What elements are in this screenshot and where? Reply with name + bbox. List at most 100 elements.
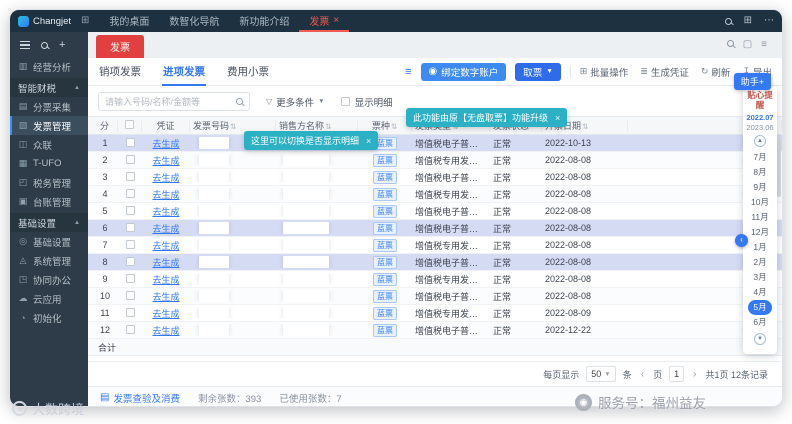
- plus-icon[interactable]: +: [59, 39, 65, 51]
- sidebar-item[interactable]: ☁ 云应用: [10, 289, 88, 308]
- table-row[interactable]: 3去生成蓝票增值税电子普…正常2022-08-08▤⊖: [88, 169, 782, 186]
- sidebar-item[interactable]: ◎ 基础设置: [10, 232, 88, 251]
- row-checkbox[interactable]: [125, 239, 135, 249]
- month-item[interactable]: 1月: [748, 240, 771, 255]
- per-page-select[interactable]: 50 ▼: [586, 366, 616, 382]
- search-input[interactable]: [105, 96, 236, 107]
- list-toggle-icon[interactable]: ≡: [405, 66, 411, 78]
- toolbar-action-button[interactable]: ⊞ 批量操作: [580, 65, 629, 79]
- search-icon[interactable]: [724, 17, 732, 25]
- header-index[interactable]: 分: [92, 119, 118, 132]
- header-kind[interactable]: 票种⇅: [358, 119, 412, 132]
- row-checkbox[interactable]: [125, 154, 135, 164]
- sidebar-section[interactable]: 智能财税 ▲: [10, 78, 88, 97]
- menu-icon[interactable]: [20, 41, 30, 49]
- toolbar-action-button[interactable]: ↻ 刷新: [701, 65, 731, 79]
- generate-voucher-link[interactable]: 去生成: [152, 173, 179, 183]
- panel-collapse-handle[interactable]: ‹: [735, 234, 748, 247]
- table-row[interactable]: 1去生成蓝票增值税电子普…正常2022-10-13▤⊖: [88, 135, 782, 152]
- month-item[interactable]: 12月: [746, 225, 774, 240]
- fetch-invoice-button[interactable]: 取票 ▼: [515, 62, 561, 81]
- scrollbar-thumb[interactable]: [777, 139, 781, 197]
- month-item[interactable]: 4月: [748, 285, 771, 300]
- select-all-checkbox[interactable]: [125, 119, 134, 129]
- sort-icon[interactable]: ⇅: [391, 122, 397, 131]
- scroll-down-icon[interactable]: ▼: [754, 332, 766, 345]
- row-checkbox[interactable]: [125, 256, 135, 266]
- prev-page-button[interactable]: ‹: [639, 369, 646, 380]
- table-row[interactable]: 9去生成蓝票增值税专用发…正常2022-08-08▤⊖: [88, 271, 782, 288]
- sidebar-item[interactable]: ▧ 发票管理: [10, 116, 88, 135]
- generate-voucher-link[interactable]: 去生成: [152, 275, 179, 285]
- top-tab[interactable]: 发票 ×: [299, 10, 350, 32]
- sidebar-item[interactable]: ▤ 分票采集: [10, 97, 88, 116]
- strip-more-icon[interactable]: ≡: [761, 40, 767, 50]
- generate-voucher-link[interactable]: 去生成: [152, 207, 179, 217]
- table-row[interactable]: 4去生成蓝票增值税专用发…正常2022-08-08▤⊖: [88, 186, 782, 203]
- table-row[interactable]: 10去生成蓝票增值税电子普…正常2022-08-08▤⊖: [88, 288, 782, 305]
- table-row[interactable]: 12去生成蓝票增值税电子普…正常2022-12-22▤⊖: [88, 322, 782, 339]
- month-item[interactable]: 3月: [748, 270, 771, 285]
- sidebar-item[interactable]: ◔ 初始化: [10, 308, 88, 327]
- table-row[interactable]: 7去生成蓝票增值税专用发…正常2022-08-08▤⊖: [88, 237, 782, 254]
- header-invoice-no[interactable]: 发票号码⇅: [190, 119, 276, 132]
- row-checkbox[interactable]: [125, 205, 135, 215]
- month-item[interactable]: 9月: [748, 180, 771, 195]
- sidebar-item[interactable]: ◳ 协同办公: [10, 270, 88, 289]
- row-checkbox[interactable]: [125, 171, 135, 181]
- generate-voucher-link[interactable]: 去生成: [152, 258, 179, 268]
- search-icon[interactable]: [236, 98, 243, 105]
- generate-voucher-link[interactable]: 去生成: [152, 292, 179, 302]
- sidebar-item[interactable]: ◬ 系统管理: [10, 251, 88, 270]
- top-tab[interactable]: 新功能介绍: [229, 10, 299, 32]
- more-icon[interactable]: ⋯: [764, 16, 774, 26]
- close-icon[interactable]: ×: [555, 113, 560, 123]
- sidebar-item[interactable]: ◫ 众联: [10, 135, 88, 154]
- page-tab-invoice[interactable]: 发票: [96, 35, 144, 58]
- next-page-button[interactable]: ›: [691, 369, 698, 380]
- generate-voucher-link[interactable]: 去生成: [152, 224, 179, 234]
- more-filter-button[interactable]: ▽ 更多条件 ▼: [266, 95, 325, 109]
- apps-icon[interactable]: ⊞: [744, 16, 752, 26]
- strip-search-icon[interactable]: [726, 40, 734, 47]
- month-item[interactable]: 11月: [746, 210, 773, 225]
- month-item[interactable]: 2月: [748, 255, 771, 270]
- row-checkbox[interactable]: [125, 307, 135, 317]
- search-box[interactable]: [98, 92, 250, 111]
- table-row[interactable]: 8去生成蓝票增值税电子普…正常2022-08-08▤⊖: [88, 254, 782, 271]
- row-checkbox[interactable]: [125, 290, 135, 300]
- apps-grid-icon[interactable]: ⊞: [81, 16, 89, 26]
- table-row[interactable]: 2去生成蓝票增值税专用发…正常2022-08-08▤⊖: [88, 152, 782, 169]
- row-checkbox[interactable]: [125, 273, 135, 283]
- row-checkbox[interactable]: [125, 222, 135, 232]
- generate-voucher-link[interactable]: 去生成: [152, 326, 179, 336]
- sidebar-item[interactable]: ◰ 税务管理: [10, 173, 88, 192]
- page-input[interactable]: 1: [669, 366, 685, 382]
- show-detail-checkbox[interactable]: [340, 97, 350, 106]
- row-checkbox[interactable]: [125, 188, 135, 198]
- show-detail-toggle[interactable]: 显示明细: [340, 95, 393, 109]
- header-seller[interactable]: 销售方名称⇅: [276, 119, 358, 132]
- table-row[interactable]: 11去生成蓝票增值税专用发…正常2022-08-09▤⊖: [88, 305, 782, 322]
- month-item[interactable]: 7月: [748, 150, 771, 165]
- sidebar-item[interactable]: ▦ T-UFO: [10, 154, 88, 173]
- bind-digital-account-button[interactable]: ◉ 绑定数字账户: [420, 62, 507, 81]
- invoice-tab[interactable]: 进项发票: [162, 57, 206, 86]
- sidebar-search-icon[interactable]: [41, 41, 48, 49]
- toolbar-action-button[interactable]: ≣ 生成凭证: [640, 65, 689, 79]
- fullscreen-icon[interactable]: ▢: [743, 40, 752, 50]
- generate-voucher-link[interactable]: 去生成: [152, 309, 179, 319]
- generate-voucher-link[interactable]: 去生成: [152, 190, 179, 200]
- sidebar-item[interactable]: ▥ 经营分析: [10, 57, 88, 76]
- row-checkbox[interactable]: [125, 324, 135, 334]
- close-icon[interactable]: ×: [333, 15, 339, 26]
- row-checkbox[interactable]: [125, 137, 135, 147]
- sidebar-section[interactable]: 基础设置 ▲: [10, 213, 88, 232]
- generate-voucher-link[interactable]: 去生成: [152, 241, 179, 251]
- month-item[interactable]: 8月: [748, 165, 771, 180]
- sidebar-item[interactable]: ▣ 台账管理: [10, 192, 88, 211]
- header-voucher[interactable]: 凭证: [142, 119, 190, 132]
- generate-voucher-link[interactable]: 去生成: [152, 156, 179, 166]
- invoice-check-link[interactable]: ▤ 发票查验及消费: [100, 391, 180, 405]
- scroll-up-icon[interactable]: ▲: [754, 134, 766, 147]
